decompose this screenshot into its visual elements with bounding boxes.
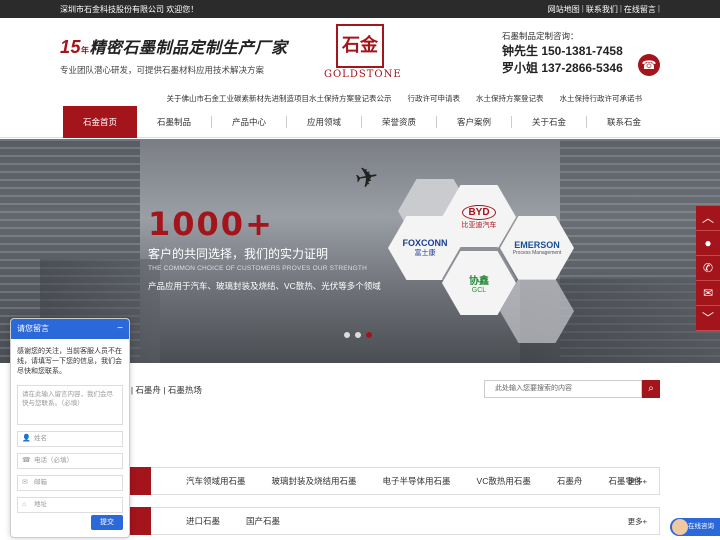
message-widget-header[interactable]: 请您留言 − (11, 319, 129, 339)
online-consult-button[interactable]: 在线咨询 (670, 518, 720, 536)
notice-link[interactable]: 行政许可申请表 (408, 93, 461, 104)
minimize-icon[interactable]: − (117, 319, 123, 339)
category-link[interactable]: 汽车领域用石墨 (186, 475, 246, 487)
phone-icon[interactable]: ✆ (696, 256, 720, 281)
top-links: 网站地图 | 联系我们 | 在线留言 | (547, 3, 660, 15)
message-notice: 感谢您的关注，当前客服人员不在线，请填写一下您的信息，我们会尽快和您联系。 (17, 348, 122, 375)
banner-headline: 客户的共同选择，我们的实力证明 (148, 247, 329, 261)
nav-product-center[interactable]: 产品中心 (212, 106, 286, 138)
more-link[interactable]: 更多+ (628, 476, 647, 487)
phone-field[interactable]: ☎ 电话（必填） (17, 453, 123, 469)
search-icon[interactable]: ⌕ (642, 380, 660, 398)
category-row-materials: 进口石墨 国产石墨 更多+ (120, 507, 660, 535)
nav-about[interactable]: 关于石金 (512, 106, 586, 138)
category-link[interactable]: 玻璃封装及烧结用石墨 (272, 475, 357, 487)
avatar (672, 519, 688, 535)
category-link[interactable]: 进口石墨 (186, 515, 220, 527)
contact-block: 石墨制品定制咨询： 钟先生 150-1381-7458 罗小姐 137-2866… (502, 30, 623, 76)
message-widget: 请您留言 − 感谢您的关注，当前客服人员不在线，请填写一下您的信息，我们会尽快和… (10, 318, 130, 538)
search-box: 此处输入您要搜索的内容 ⌕ (484, 380, 660, 398)
wechat-icon[interactable]: ✉ (696, 281, 720, 306)
submit-button[interactable]: 提交 (91, 515, 123, 530)
online-consult-label: 在线咨询 (688, 523, 714, 530)
airplane-icon: ✈ (352, 160, 381, 195)
header: 15年精密石墨制品定制生产厂家 专业团队潜心研发，可提供石墨材料应用技术解决方案… (0, 18, 720, 90)
contact-us-link[interactable]: 联系我们 (586, 4, 618, 15)
slogan-title: 精密石墨制品定制生产厂家 (89, 40, 288, 57)
banner-english: THE COMMON CHOICE OF CUSTOMERS PROVES OU… (148, 265, 367, 272)
notice-link[interactable]: 关于佛山市石金工业碳素新材先进制造项目水土保持方案登记表公示 (167, 93, 392, 104)
search-input[interactable]: 此处输入您要搜索的内容 (484, 380, 642, 398)
contact-title: 石墨制品定制咨询： (502, 31, 579, 41)
logo-seal: 石金 (336, 24, 384, 68)
welcome-text: 深圳市石金科技股份有限公司 欢迎您！ (60, 4, 199, 14)
slogan: 15年精密石墨制品定制生产厂家 专业团队潜心研发，可提供石墨材料应用技术解决方案 (60, 34, 288, 76)
slogan-main: 15年精密石墨制品定制生产厂家 (60, 34, 288, 58)
category-link[interactable]: VC散热用石墨 (477, 475, 531, 487)
name-field[interactable]: 👤 姓名 (17, 431, 123, 447)
qq-icon[interactable]: ● (696, 231, 720, 256)
nav-graphite-products[interactable]: 石墨制品 (137, 106, 211, 138)
carousel-dot[interactable] (355, 332, 361, 338)
user-icon: 👤 (22, 435, 31, 442)
arrow-up-icon[interactable]: ︿ (696, 206, 720, 231)
top-bar: 深圳市石金科技股份有限公司 欢迎您！ 网站地图 | 联系我们 | 在线留言 | (0, 0, 720, 18)
nav-applications[interactable]: 应用领域 (287, 106, 361, 138)
contact-phone-1: 钟先生 150-1381-7458 (502, 44, 623, 58)
logo[interactable]: 石金 GOLDSTONE (324, 24, 402, 80)
notice-links: 关于佛山市石金工业碳素新材先进制造项目水土保持方案登记表公示 行政许可申请表 水… (0, 90, 720, 106)
hot-keywords[interactable]: 墨 | 石墨舟 | 石墨热场 (120, 384, 202, 396)
right-float-bar: ︿ ● ✆ ✉ ﹀ (696, 206, 720, 331)
message-widget-title: 请您留言 (17, 324, 49, 333)
sitemap-link[interactable]: 网站地图 (548, 4, 580, 15)
arrow-down-icon[interactable]: ﹀ (696, 306, 720, 331)
contact-phone-2: 罗小姐 137-2866-5346 (502, 61, 623, 75)
message-textarea[interactable]: 请在此输入留言内容，我们会尽快与您联系。（必填） (17, 385, 123, 425)
carousel-dots (344, 332, 372, 338)
customer-service-icon: ☎ (638, 54, 660, 76)
logo-word: GOLDSTONE (324, 69, 402, 80)
notice-link[interactable]: 水土保持方案登记表 (476, 93, 544, 104)
nav-contact[interactable]: 联系石金 (587, 106, 661, 138)
location-icon: ⌂ (22, 501, 27, 508)
online-message-link[interactable]: 在线留言 (624, 4, 656, 15)
slogan-year-unit: 年 (81, 46, 90, 55)
category-link[interactable]: 电子半导体用石墨 (383, 475, 451, 487)
carousel-dot[interactable] (344, 332, 350, 338)
category-row-applications: 汽车领域用石墨 玻璃封装及烧结用石墨 电子半导体用石墨 VC散热用石墨 石墨舟 … (120, 467, 660, 495)
slogan-years: 15 (60, 37, 82, 57)
banner-description: 产品应用于汽车、玻璃封装及烧结、VC散热、光伏等多个领域 (148, 281, 381, 291)
notice-link[interactable]: 水土保持行政许可承诺书 (560, 93, 643, 104)
email-field[interactable]: ✉ 邮箱 (17, 475, 123, 491)
more-link[interactable]: 更多+ (628, 516, 647, 527)
nav-cases[interactable]: 客户案例 (437, 106, 511, 138)
carousel-dot-active[interactable] (366, 332, 372, 338)
category-link[interactable]: 国产石墨 (246, 515, 280, 527)
mail-icon: ✉ (22, 479, 28, 486)
main-nav: 石金首页 石墨制品 产品中心 应用领域 荣誉资质 客户案例 关于石金 联系石金 (0, 105, 720, 138)
category-link[interactable]: 石墨舟 (557, 475, 583, 487)
nav-honors[interactable]: 荣誉资质 (362, 106, 436, 138)
banner-number: 1000+ (148, 205, 274, 243)
phone-icon: ☎ (22, 457, 31, 464)
nav-home[interactable]: 石金首页 (63, 105, 137, 138)
slogan-sub: 专业团队潜心研发，可提供石墨材料应用技术解决方案 (60, 65, 265, 75)
address-field[interactable]: ⌂ 地址 (17, 497, 123, 513)
